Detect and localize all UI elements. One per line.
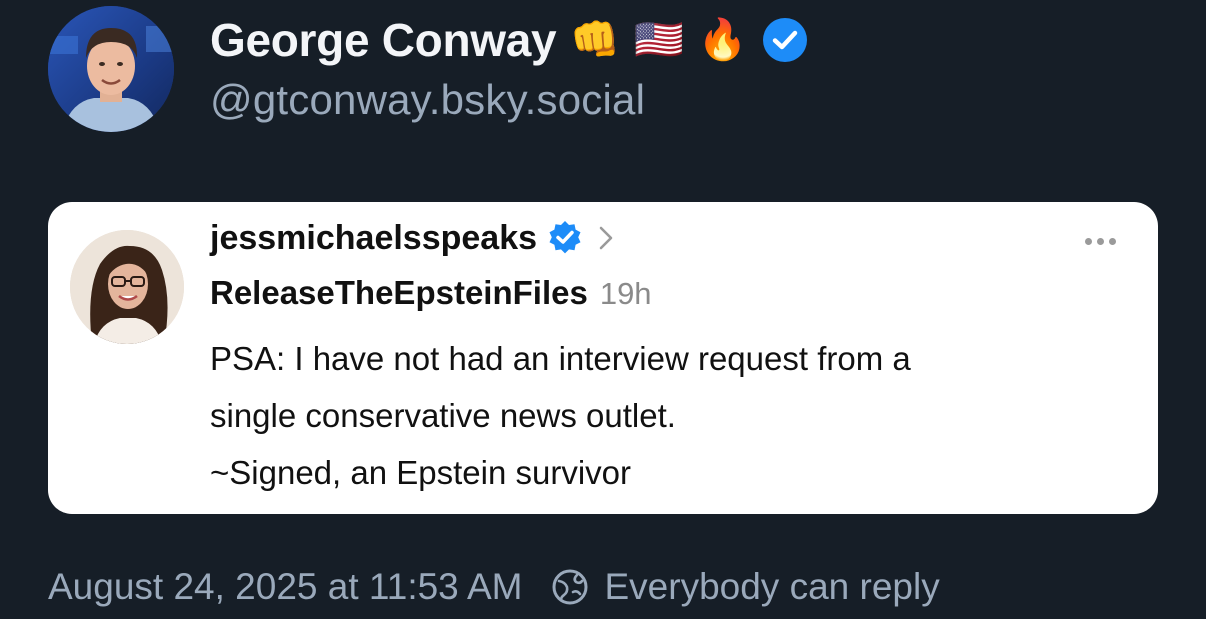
author-name[interactable]: George Conway xyxy=(210,13,557,67)
globe-icon xyxy=(551,568,589,606)
post-view: George Conway 👊 🇺🇸 🔥 @gtconway.bsky.soci… xyxy=(0,0,1206,619)
quoted-username[interactable]: jessmichaelsspeaks xyxy=(210,219,537,258)
fire-emoji: 🔥 xyxy=(697,17,748,63)
quoted-avatar-image xyxy=(70,230,184,344)
quoted-time: 19h xyxy=(599,276,652,311)
quoted-post-text: PSA: I have not had an interview request… xyxy=(210,330,1130,501)
quoted-text-line: single conservative news outlet. xyxy=(210,397,676,434)
reply-setting[interactable]: Everybody can reply xyxy=(551,566,940,608)
post-timestamp: August 24, 2025 at 11:53 AM xyxy=(48,566,523,607)
chevron-right-icon[interactable] xyxy=(597,223,615,253)
reply-setting-label: Everybody can reply xyxy=(604,566,940,607)
verified-badge-icon[interactable] xyxy=(762,17,808,63)
quoted-post-card[interactable]: jessmichaelsspeaks ReleaseTheEpsteinFile… xyxy=(48,202,1158,514)
quoted-avatar[interactable] xyxy=(70,230,184,344)
quoted-display-name: ReleaseTheEpsteinFiles xyxy=(210,274,588,311)
quoted-subrow: ReleaseTheEpsteinFiles 19h xyxy=(210,274,652,312)
author-avatar[interactable] xyxy=(48,6,174,132)
fist-emoji: 👊 xyxy=(570,17,621,63)
quoted-text-line: PSA: I have not had an interview request… xyxy=(210,340,911,377)
author-name-row: George Conway 👊 🇺🇸 🔥 xyxy=(210,10,808,70)
author-avatar-image xyxy=(48,6,174,132)
more-options-icon[interactable] xyxy=(1085,238,1116,245)
quoted-text-line: ~Signed, an Epstein survivor xyxy=(210,454,631,491)
author-handle[interactable]: @gtconway.bsky.social xyxy=(210,76,645,124)
quoted-name-row: jessmichaelsspeaks xyxy=(210,216,615,260)
quoted-verified-icon xyxy=(547,220,583,256)
post-footer: August 24, 2025 at 11:53 AM Everybody ca… xyxy=(48,562,940,612)
us-flag-emoji: 🇺🇸 xyxy=(634,17,684,63)
